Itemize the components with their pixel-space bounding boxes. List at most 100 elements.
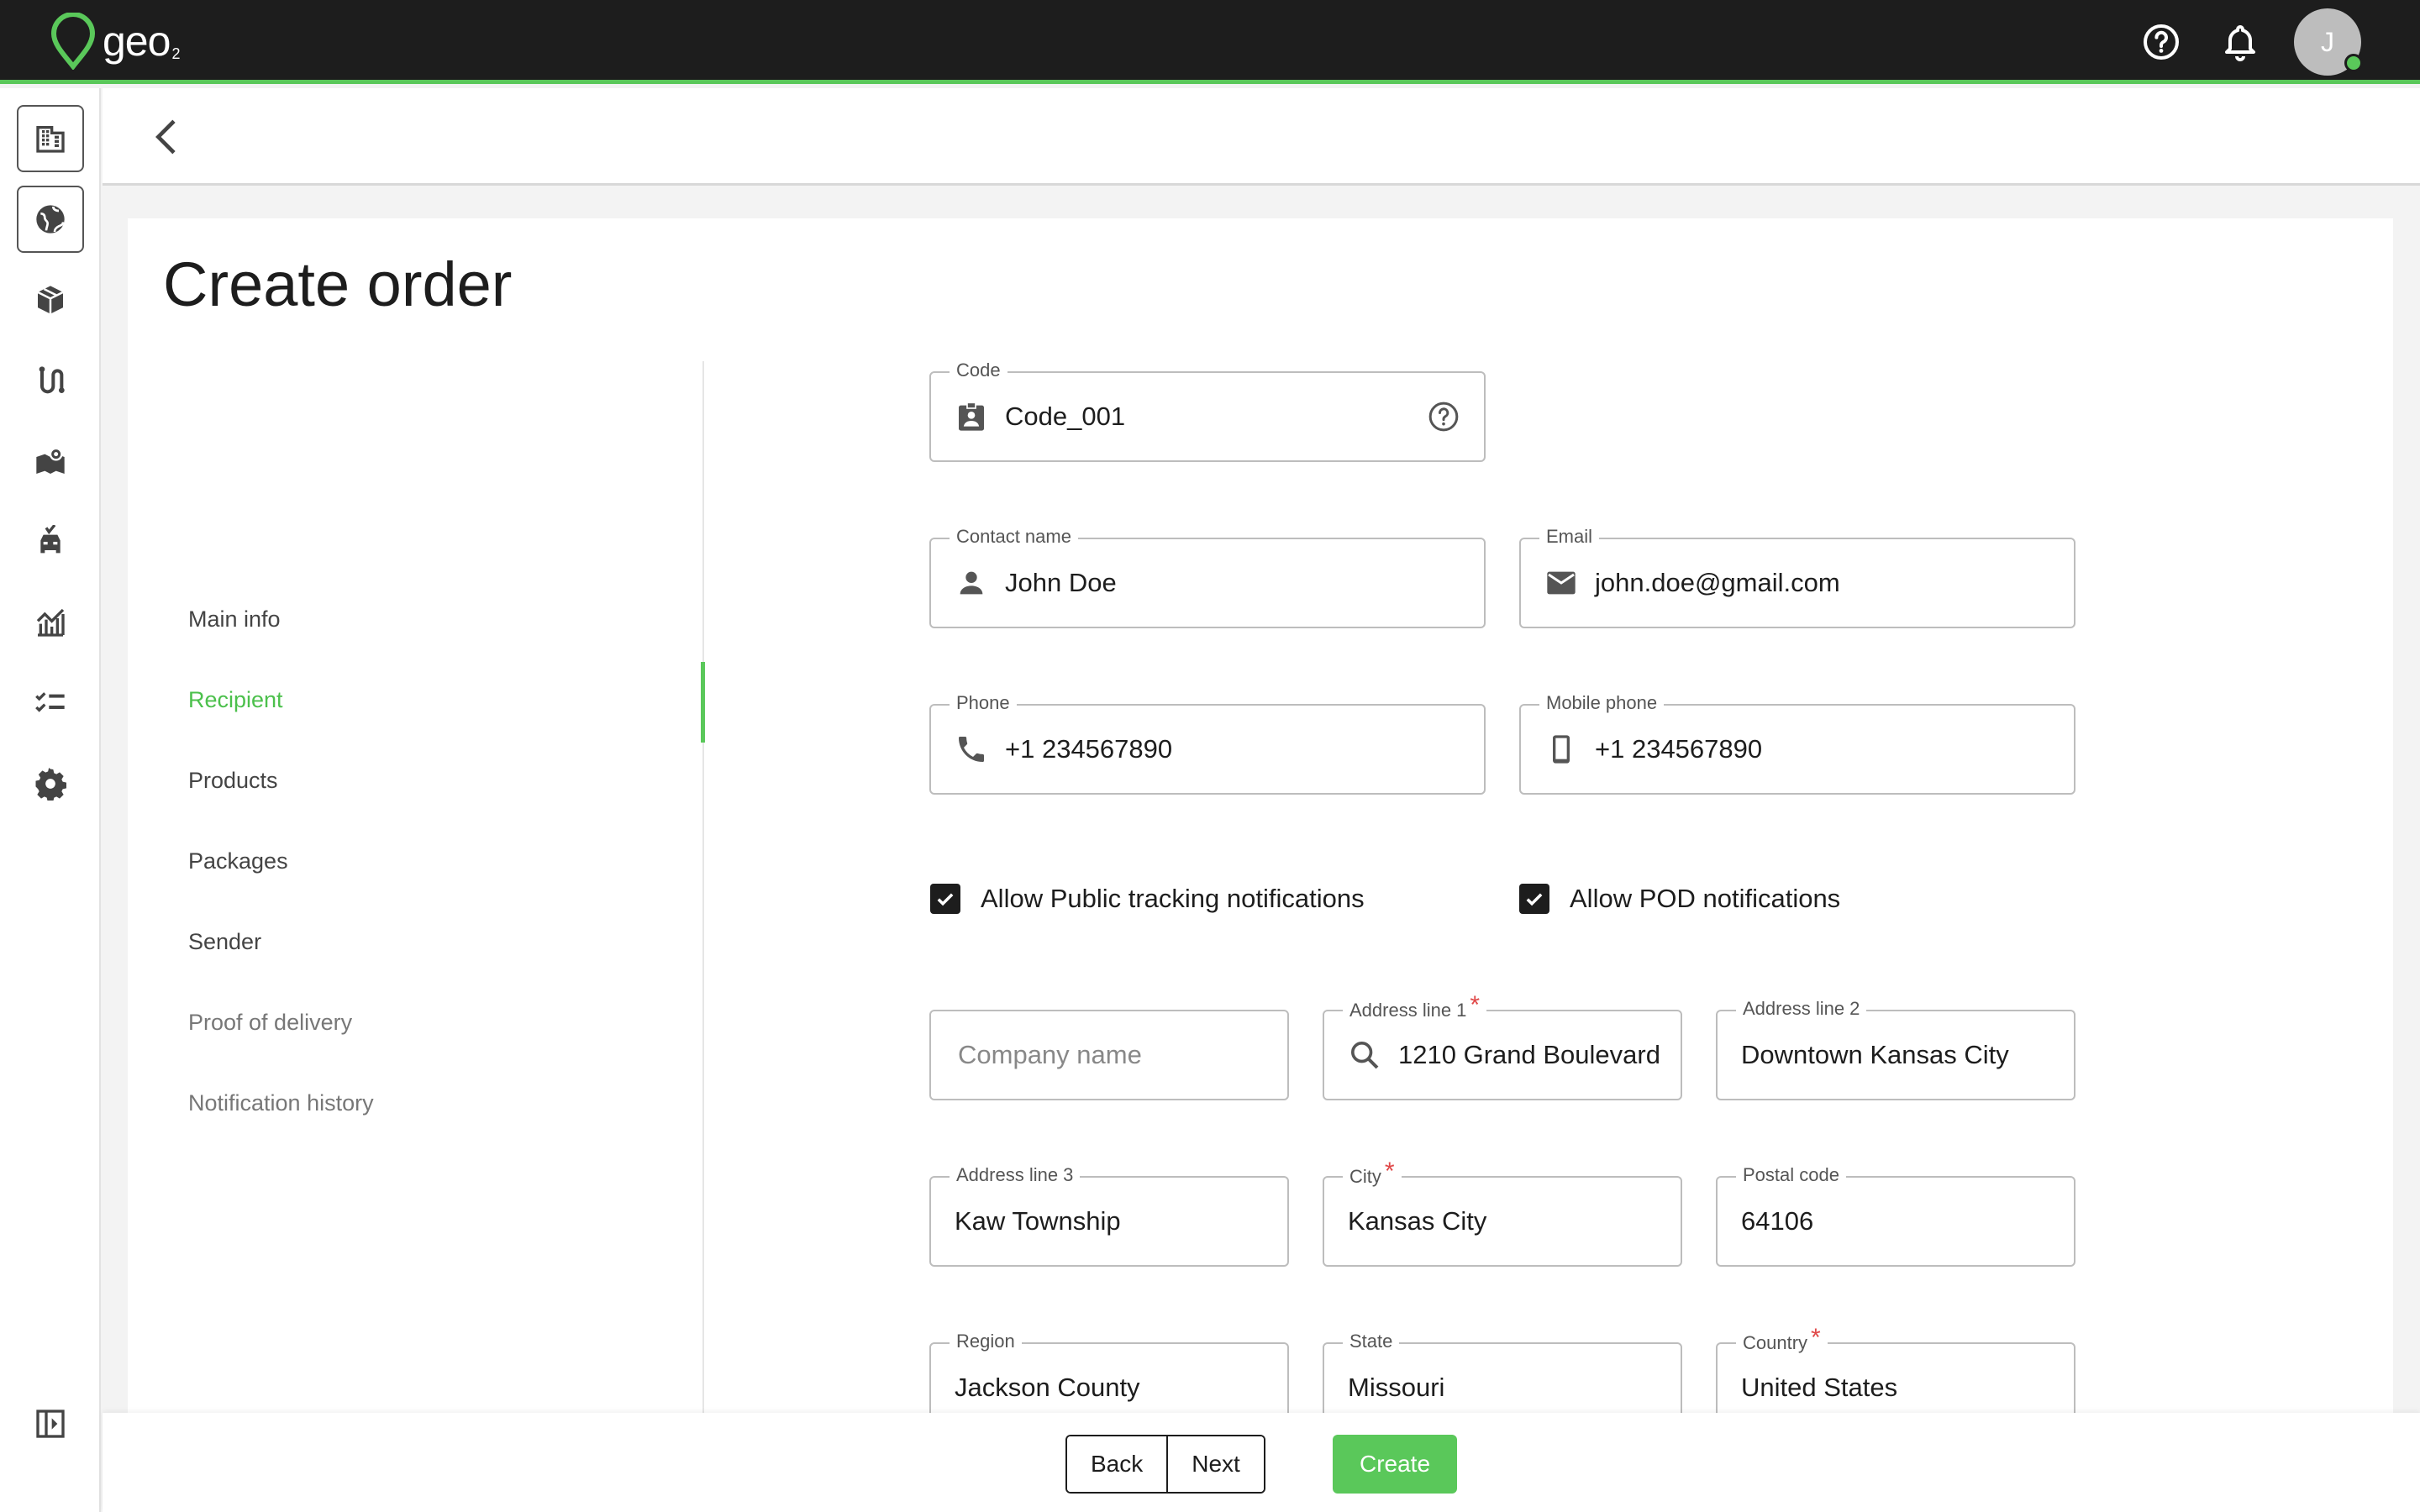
address-line-2-input[interactable]: Downtown Kansas City <box>1741 1040 2009 1070</box>
step-packages[interactable]: Packages <box>188 848 288 874</box>
checkmark-icon <box>937 893 954 906</box>
online-status-dot <box>2344 54 2363 72</box>
region-label: Region <box>950 1330 1022 1353</box>
allow-pod-checkbox[interactable]: Allow POD notifications <box>1519 884 1840 914</box>
search-icon <box>1351 1042 1379 1069</box>
city-label: City * <box>1343 1159 1402 1189</box>
rail-item-companies[interactable] <box>17 105 84 172</box>
address-line-2-label: Address line 2 <box>1736 997 1867 1021</box>
vehicle-icon <box>40 525 60 554</box>
analytics-icon <box>36 608 65 637</box>
avatar-initial: J <box>2321 26 2334 57</box>
postal-code-label: Postal code <box>1736 1163 1846 1187</box>
city-input[interactable]: Kansas City <box>1348 1206 1486 1236</box>
rail-item-global[interactable] <box>17 186 84 253</box>
map-icon <box>36 447 65 474</box>
settings-icon <box>35 768 66 801</box>
building-icon <box>36 126 65 153</box>
contact-name-label: Contact name <box>950 525 1078 549</box>
step-sender[interactable]: Sender <box>188 929 261 955</box>
rail-item-orders[interactable] <box>17 266 84 333</box>
allow-public-tracking-checkbox[interactable]: Allow Public tracking notifications <box>930 884 1365 914</box>
route-icon <box>39 366 65 394</box>
address-line-1-label: Address line 1 * <box>1343 993 1487 1022</box>
address-line-2-field[interactable]: Address line 2 Downtown Kansas City <box>1716 997 2075 1100</box>
step-products[interactable]: Products <box>188 768 278 794</box>
address-line-1-field[interactable]: Address line 1 * 1210 Grand Boulevard <box>1323 993 1682 1100</box>
address-line-1-input[interactable]: 1210 Grand Boulevard <box>1398 1040 1660 1070</box>
phone-field[interactable]: Phone +1 234567890 <box>929 691 1486 795</box>
rail-item-settings[interactable] <box>17 750 84 817</box>
back-next-button-group: Back Next <box>1065 1435 1265 1494</box>
app-logo[interactable]: geo 2 <box>49 12 180 71</box>
postal-code-field[interactable]: Postal code 64106 <box>1716 1163 2075 1267</box>
step-navigation: Main info Recipient Products Packages Se… <box>161 361 705 1512</box>
user-avatar[interactable]: J <box>2294 8 2363 76</box>
phone-input[interactable]: +1 234567890 <box>1005 734 1172 764</box>
back-button[interactable]: Back <box>1067 1436 1167 1492</box>
mobile-phone-input[interactable]: +1 234567890 <box>1595 734 1762 764</box>
chevron-left-icon[interactable] <box>145 113 192 160</box>
contact-name-field[interactable]: Contact name John Doe <box>929 525 1486 628</box>
state-label: State <box>1343 1330 1400 1353</box>
globe-icon <box>36 205 65 234</box>
active-step-indicator <box>701 662 705 743</box>
geo-pin-logo-icon <box>50 13 96 70</box>
mail-icon <box>1547 571 1576 595</box>
company-name-field[interactable]: Company name <box>929 1010 1289 1100</box>
rail-collapse-toggle[interactable] <box>17 1390 84 1457</box>
person-icon <box>960 571 983 595</box>
company-name-input[interactable]: Company name <box>958 1040 1142 1070</box>
mobile-phone-field[interactable]: Mobile phone +1 234567890 <box>1519 691 2075 795</box>
checkbox-checked[interactable] <box>1519 884 1549 914</box>
allow-pod-label: Allow POD notifications <box>1570 884 1841 913</box>
bottom-action-bar: Back Next Create <box>103 1413 2420 1512</box>
address-line-3-field[interactable]: Address line 3 Kaw Township <box>929 1163 1289 1267</box>
address-line-3-label: Address line 3 <box>950 1163 1081 1187</box>
country-label: Country * <box>1736 1326 1828 1355</box>
code-label: Code <box>950 359 1007 382</box>
phone-icon <box>959 737 984 762</box>
checkbox-checked[interactable] <box>930 884 960 914</box>
postal-code-input[interactable]: 64106 <box>1741 1206 1813 1236</box>
left-navigation-rail <box>0 88 101 1512</box>
rail-item-analytics[interactable] <box>17 589 84 656</box>
bell-icon[interactable] <box>2220 22 2260 62</box>
rail-item-vehicles[interactable] <box>17 508 84 575</box>
collapse-sidebar-icon <box>36 1410 65 1438</box>
state-input[interactable]: Missouri <box>1348 1373 1444 1403</box>
checkmark-icon <box>1526 893 1543 906</box>
create-button[interactable]: Create <box>1333 1435 1457 1494</box>
address-line-3-input[interactable]: Kaw Township <box>955 1206 1121 1236</box>
next-button[interactable]: Next <box>1166 1436 1264 1492</box>
help-icon[interactable] <box>2141 22 2181 62</box>
mobile-phone-label: Mobile phone <box>1539 691 1665 715</box>
country-input[interactable]: United States <box>1741 1373 1897 1403</box>
code-field[interactable]: Code Code_001 <box>929 359 1486 462</box>
email-field[interactable]: Email john.doe@gmail.com <box>1519 525 2075 628</box>
email-input[interactable]: john.doe@gmail.com <box>1595 568 1840 598</box>
allow-public-tracking-label: Allow Public tracking notifications <box>981 884 1365 913</box>
step-proof-of-delivery[interactable]: Proof of delivery <box>188 1010 352 1036</box>
page-header <box>103 88 2420 186</box>
step-recipient[interactable]: Recipient <box>188 687 283 713</box>
rail-item-map[interactable] <box>17 428 84 495</box>
logo-text: geo <box>103 18 171 65</box>
package-icon <box>37 286 64 314</box>
rail-item-tasks[interactable] <box>17 669 84 737</box>
region-input[interactable]: Jackson County <box>955 1373 1140 1403</box>
code-input[interactable]: Code_001 <box>1005 402 1125 432</box>
help-circle-icon[interactable] <box>1427 400 1460 433</box>
checklist-icon <box>35 692 65 712</box>
badge-icon <box>959 402 984 431</box>
step-notification-history[interactable]: Notification history <box>188 1090 374 1116</box>
logo-subscript: 2 <box>171 45 181 62</box>
city-field[interactable]: City * Kansas City <box>1323 1159 1682 1267</box>
contact-name-input[interactable]: John Doe <box>1005 568 1117 598</box>
phone-label: Phone <box>950 691 1017 715</box>
top-bar: geo 2 J <box>0 0 2420 84</box>
smartphone-icon <box>1553 735 1570 764</box>
rail-item-routes[interactable] <box>17 347 84 414</box>
step-main-info[interactable]: Main info <box>188 606 281 633</box>
email-label: Email <box>1539 525 1600 549</box>
